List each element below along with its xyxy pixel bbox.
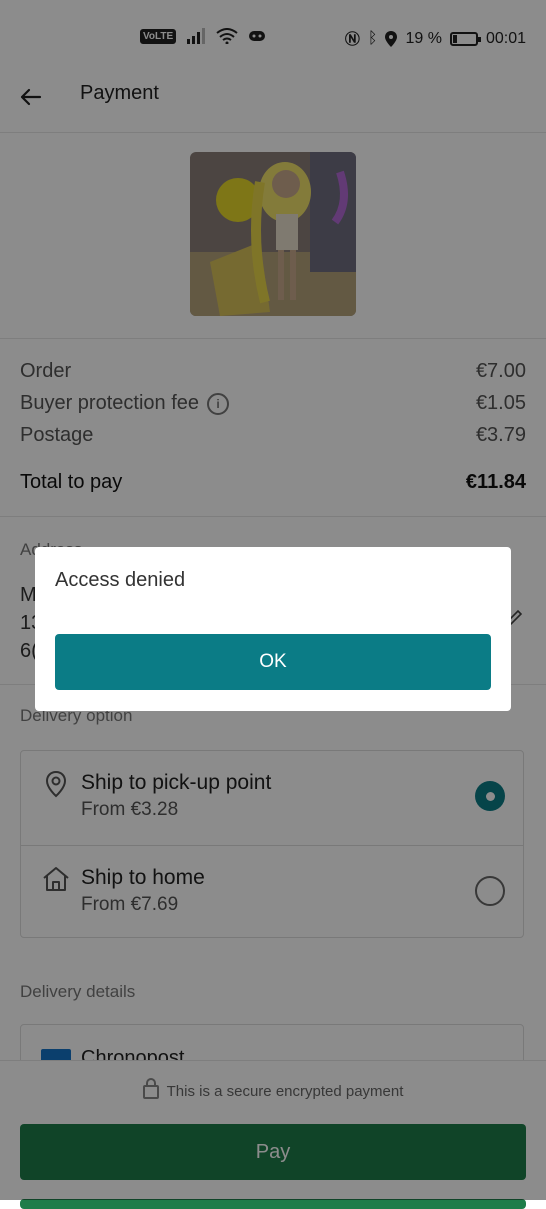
secondary-button-edge: [20, 1199, 526, 1209]
ok-button[interactable]: OK: [55, 634, 491, 690]
alert-dialog: Access denied OK: [35, 547, 511, 711]
dialog-message: Access denied: [55, 569, 186, 591]
